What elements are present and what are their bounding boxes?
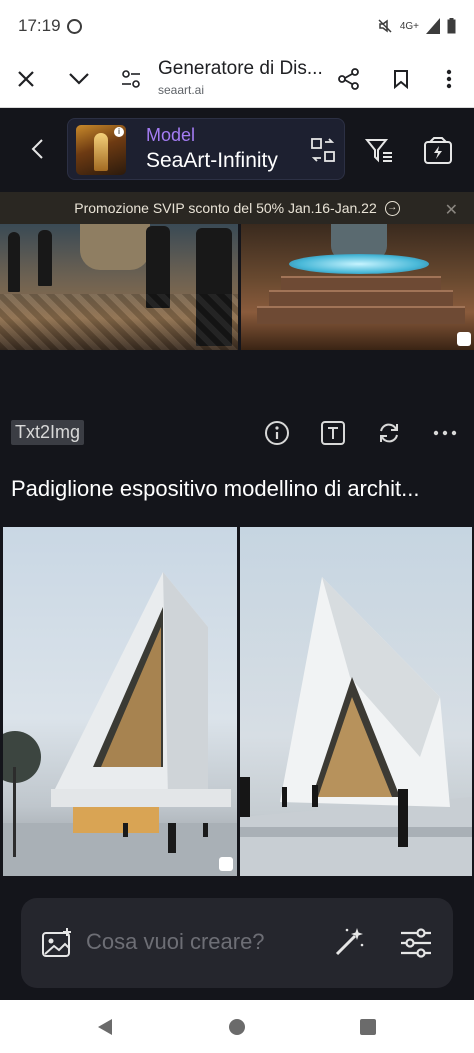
nav-back-icon[interactable] — [96, 1018, 114, 1036]
previous-post-images — [0, 224, 474, 350]
model-selector[interactable]: i Model SeaArt-Infinity — [67, 118, 345, 180]
app-header: i Model SeaArt-Infinity — [0, 108, 474, 192]
info-icon[interactable]: i — [114, 127, 124, 137]
page-domain: seaart.ai — [158, 83, 205, 97]
more-vert-icon[interactable] — [434, 64, 464, 94]
back-icon[interactable] — [26, 136, 52, 162]
download-badge-icon[interactable] — [457, 332, 471, 346]
generated-image[interactable] — [3, 527, 237, 876]
filter-icon[interactable] — [364, 136, 394, 166]
add-image-icon[interactable] — [41, 928, 73, 958]
more-horiz-icon[interactable] — [432, 420, 458, 446]
page-title: Generatore di Dis... — [158, 58, 323, 79]
generated-image-thumb[interactable] — [0, 224, 238, 350]
site-settings-icon[interactable] — [116, 64, 146, 94]
signal-icon — [426, 18, 440, 34]
prompt-input[interactable]: Cosa vuoi creare? — [86, 929, 265, 955]
bookmark-icon[interactable] — [386, 64, 416, 94]
status-time: 17:19 — [18, 16, 61, 35]
generated-image[interactable] — [240, 527, 472, 876]
generation-type-tag: Txt2Img — [11, 420, 85, 445]
system-nav-bar — [0, 1000, 474, 1053]
generated-image-thumb[interactable] — [241, 224, 474, 350]
info-icon[interactable] — [264, 420, 290, 446]
quick-generate-icon[interactable] — [423, 136, 453, 166]
model-name: SeaArt-Infinity — [146, 149, 278, 172]
close-icon[interactable] — [11, 64, 41, 94]
model-thumbnail: i — [76, 125, 126, 175]
download-badge-icon[interactable] — [219, 857, 233, 871]
battery-icon — [447, 18, 456, 34]
text-icon[interactable] — [320, 420, 346, 446]
page-title-box[interactable]: Generatore di Dis... seaart.ai — [158, 58, 328, 97]
whatsapp-icon — [66, 18, 82, 34]
prompt-text[interactable]: Padiglione espositivo modellino di archi… — [11, 476, 465, 502]
network-type: 4G+ — [399, 20, 419, 32]
mute-icon — [378, 19, 392, 33]
arrow-right-icon[interactable]: → — [384, 200, 400, 216]
status-bar: 17:19 4G+ — [0, 0, 474, 52]
model-label: Model — [146, 125, 196, 145]
magic-wand-icon[interactable] — [333, 926, 365, 958]
share-icon[interactable] — [334, 64, 364, 94]
refresh-icon[interactable] — [376, 420, 402, 446]
swap-model-icon[interactable] — [310, 137, 336, 163]
chevron-down-icon[interactable] — [64, 64, 94, 94]
promo-banner[interactable]: Promozione SVIP sconto del 50% Jan.16-Ja… — [0, 192, 474, 224]
prompt-input-bar[interactable]: Cosa vuoi creare? — [21, 898, 453, 988]
browser-toolbar: Generatore di Dis... seaart.ai — [0, 52, 474, 108]
sliders-icon[interactable] — [399, 926, 433, 960]
nav-home-icon[interactable] — [228, 1018, 246, 1036]
promo-text: Promozione SVIP sconto del 50% Jan.16-Ja… — [74, 200, 377, 216]
nav-recents-icon[interactable] — [359, 1018, 377, 1036]
status-icons: 4G+ — [377, 18, 456, 34]
close-icon[interactable]: ✕ — [445, 200, 458, 220]
